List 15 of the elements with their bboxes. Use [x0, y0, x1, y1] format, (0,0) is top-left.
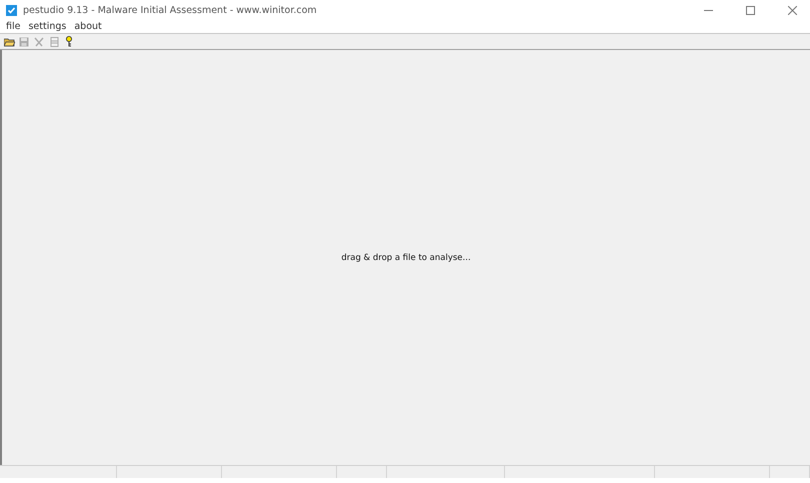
folder-icon	[4, 36, 14, 46]
window-title: pestudio 9.13 - Malware Initial Assessment - www.winitor.com	[23, 4, 318, 16]
toolbar-button[interactable]	[3, 36, 15, 48]
printer-icon	[50, 36, 58, 46]
menu-item[interactable]: about	[74, 21, 102, 32]
scissors-icon	[34, 36, 44, 46]
drop-hint: drag & drop a file to analyse...	[341, 252, 471, 262]
close-icon	[788, 6, 796, 14]
menu-item[interactable]: settings	[28, 21, 66, 32]
toolbar-button[interactable]	[63, 36, 75, 48]
save-icon	[19, 36, 29, 46]
app-icon	[6, 4, 17, 16]
maximize-icon	[746, 6, 754, 14]
menu-item[interactable]: file	[6, 21, 20, 32]
key-icon	[65, 36, 73, 47]
